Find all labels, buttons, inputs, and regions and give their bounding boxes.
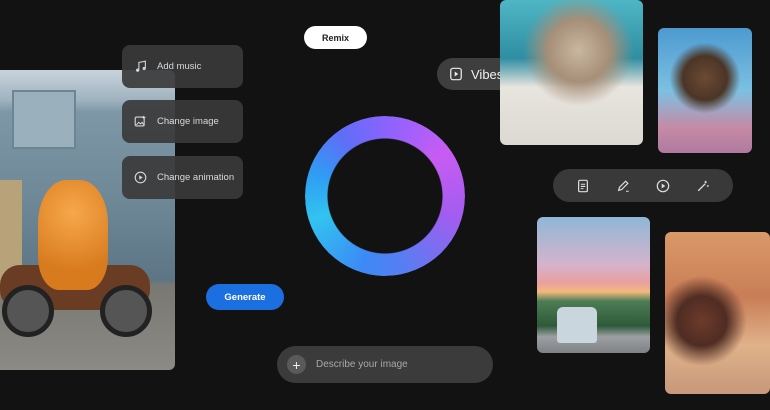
change-image-button[interactable]: Change image [122, 100, 243, 143]
add-music-button[interactable]: Add music [122, 45, 243, 88]
generate-button[interactable]: Generate [206, 284, 284, 310]
music-note-icon [136, 60, 146, 72]
change-animation-button[interactable]: Change animation [122, 156, 243, 199]
add-music-label: Add music [157, 61, 202, 72]
moose-trampoline-photo [658, 28, 752, 153]
change-animation-label: Change animation [157, 172, 235, 183]
prompt-input[interactable]: + Describe your image [277, 346, 493, 383]
magic-wand-icon[interactable] [696, 179, 710, 193]
van-sunset-photo [537, 217, 650, 353]
document-icon[interactable] [576, 179, 590, 193]
plus-icon[interactable]: + [287, 355, 306, 374]
prompt-placeholder: Describe your image [316, 359, 408, 370]
dancers-photo [665, 232, 770, 394]
play-circle-icon [134, 171, 147, 184]
play-square-icon [450, 67, 462, 81]
vibes-label: Vibes [471, 66, 504, 82]
loading-ring [305, 116, 465, 276]
pencil-icon[interactable] [616, 179, 630, 193]
edit-toolbar [553, 169, 733, 202]
cat-pool-photo [500, 0, 643, 145]
play-circle-icon[interactable] [656, 179, 670, 193]
remix-button[interactable]: Remix [304, 26, 367, 49]
change-image-label: Change image [157, 116, 219, 127]
image-edit-icon [134, 115, 146, 127]
